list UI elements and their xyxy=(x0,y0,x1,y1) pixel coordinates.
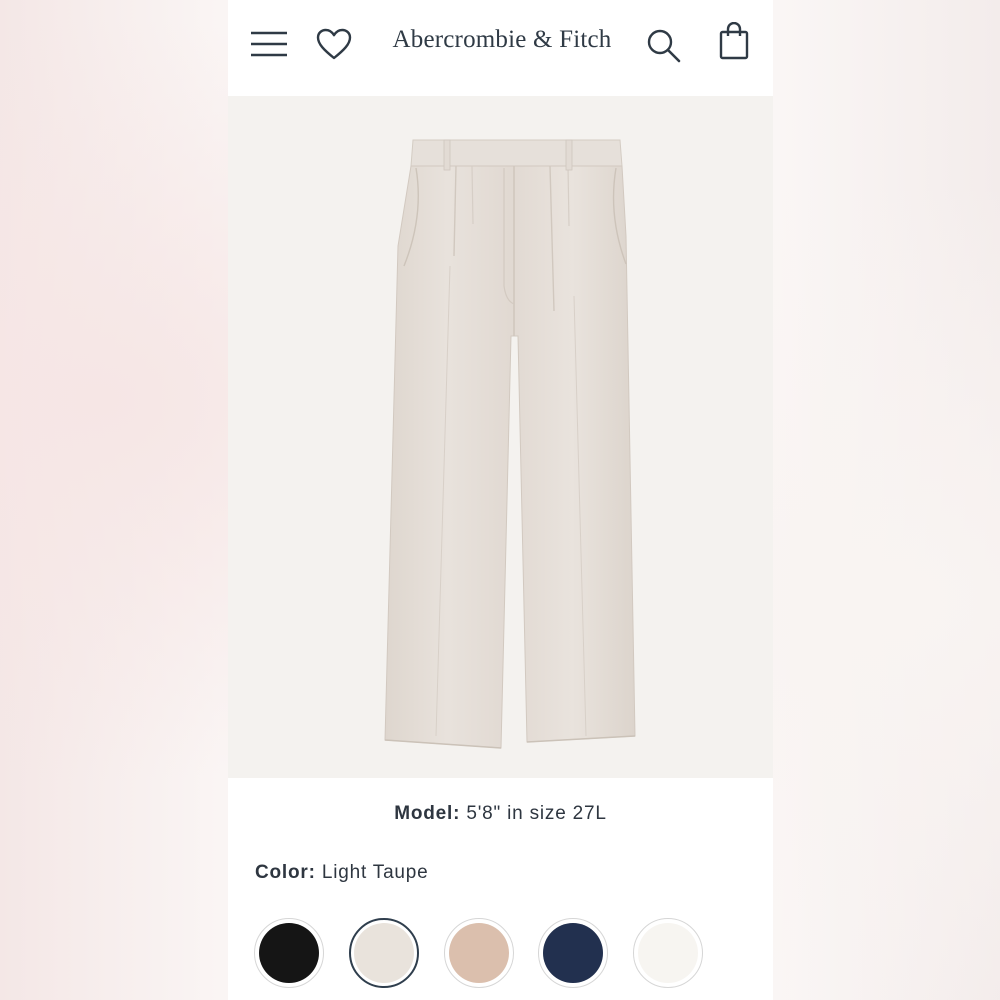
heart-icon[interactable] xyxy=(316,28,352,61)
color-label: Color: xyxy=(255,862,316,883)
swatch-fill xyxy=(638,923,698,983)
color-value: Light Taupe xyxy=(321,862,429,883)
color-swatch[interactable] xyxy=(254,918,324,988)
model-label: Model: xyxy=(394,803,461,824)
model-value: 5'8" in size 27L xyxy=(466,803,607,824)
swatch-fill xyxy=(259,923,319,983)
color-info: Color: Light Taupe xyxy=(255,862,429,884)
trousers-illustration xyxy=(384,139,636,749)
top-nav-bar: Abercrombie & Fitch xyxy=(228,0,773,96)
color-swatch[interactable] xyxy=(444,918,514,988)
product-image[interactable] xyxy=(228,96,773,778)
model-info: Model: 5'8" in size 27L xyxy=(228,803,773,825)
brand-logo[interactable]: Abercrombie & Fitch xyxy=(386,26,618,54)
menu-icon[interactable] xyxy=(250,30,288,58)
swatch-fill xyxy=(543,923,603,983)
color-swatch-list xyxy=(254,918,773,994)
shopping-bag-icon[interactable] xyxy=(719,22,749,60)
color-swatch[interactable] xyxy=(538,918,608,988)
swatch-fill xyxy=(449,923,509,983)
search-icon[interactable] xyxy=(646,28,682,64)
swatch-fill xyxy=(354,923,414,983)
color-swatch[interactable] xyxy=(349,918,419,988)
app-screen: Abercrombie & Fitch Model: 5'8" in size … xyxy=(228,0,773,1000)
color-swatch[interactable] xyxy=(633,918,703,988)
